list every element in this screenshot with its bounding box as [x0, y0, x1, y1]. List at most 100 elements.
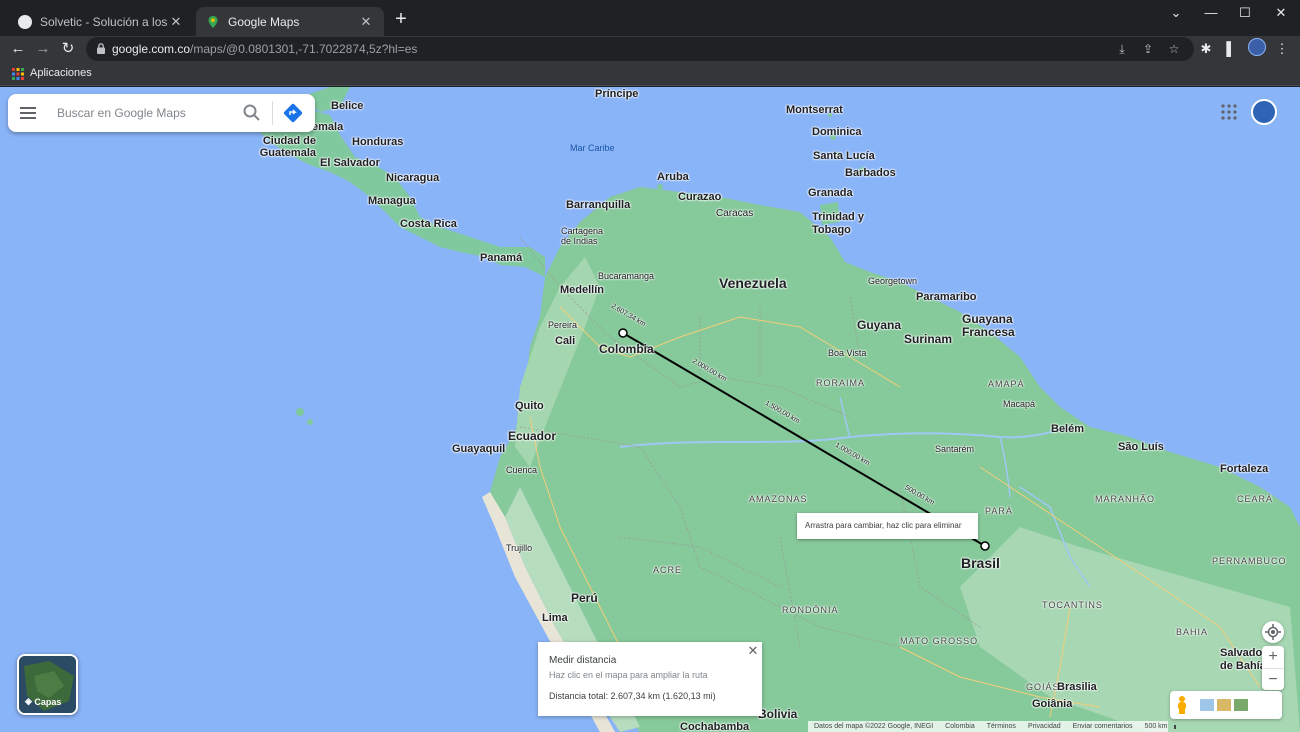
region-label: PARÁ — [985, 506, 1013, 516]
place-label: Guayaquil — [452, 443, 506, 455]
forward-button[interactable]: → — [33, 39, 53, 59]
country-label: Venezuela — [719, 275, 787, 291]
feedback-link[interactable]: Enviar comentarios — [1073, 723, 1133, 730]
place-label: El Salvador — [320, 157, 380, 169]
place-label: Belém — [1051, 423, 1085, 435]
country-label: Brasil — [961, 555, 1000, 571]
place-label: Boa Vista — [828, 348, 867, 358]
new-tab-button[interactable]: + — [390, 9, 412, 31]
back-button[interactable]: ← — [8, 39, 28, 59]
place-label: Curazao — [678, 191, 722, 203]
zoom-controls: + − — [1262, 646, 1284, 690]
layers-label: ◈ Capas — [25, 696, 62, 707]
map-canvas[interactable]: 2.607,34 km 2.000,00 km 1.500,00 km 1.00… — [0, 87, 1300, 732]
country-label: Bolivia — [758, 707, 798, 721]
reload-button[interactable]: ↻ — [58, 39, 78, 59]
maximize-button[interactable]: ☐ — [1230, 4, 1260, 22]
place-label: Pereira — [548, 320, 578, 330]
place-label: Dominica — [812, 126, 862, 138]
bookmark-star-icon[interactable]: ☆ — [1166, 41, 1182, 57]
bookmark-apps-label[interactable]: Aplicaciones — [30, 67, 92, 79]
tab-google-maps[interactable]: Google Maps ✕ — [196, 7, 384, 36]
hamburger-menu-icon[interactable] — [20, 105, 38, 121]
search-box[interactable]: Buscar en Google Maps — [8, 94, 315, 132]
place-label: Trujillo — [506, 543, 533, 553]
region-label: AMAPÁ — [988, 379, 1025, 389]
place-label: Cochabamba — [680, 721, 750, 732]
tab-title: Google Maps — [228, 14, 300, 29]
place-label: emala — [312, 121, 344, 133]
side-panel-icon[interactable]: ▌ — [1221, 39, 1241, 59]
layers-button[interactable]: ◈ Capas — [17, 654, 78, 715]
measure-total: Distancia total: 2.607,34 km (1.620,13 m… — [549, 691, 716, 701]
zoom-in-button[interactable]: + — [1262, 646, 1284, 668]
chevron-down-icon[interactable]: ⌄ — [1161, 4, 1191, 22]
region-label: CEARÁ — [1237, 494, 1274, 504]
close-icon[interactable]: ✕ — [746, 644, 760, 658]
close-tab-icon[interactable]: ✕ — [168, 14, 184, 30]
place-label: Quito — [515, 400, 544, 412]
street-view-bar — [1170, 691, 1282, 719]
place-label: Georgetown — [868, 276, 918, 286]
place-label: Cali — [555, 335, 576, 347]
browser-toolbar: ← → ↻ google.com.co/maps/@0.0801301,-71.… — [0, 36, 1300, 62]
place-label: Managua — [368, 195, 416, 207]
place-label: Santa Lucía — [813, 150, 875, 162]
thumbnail-image[interactable] — [1217, 699, 1231, 711]
country-label: Surinam — [904, 332, 953, 346]
place-label: Lima — [542, 612, 568, 624]
more-menu-icon[interactable]: ⋮ — [1272, 39, 1292, 59]
avatar[interactable] — [1251, 99, 1277, 125]
install-icon[interactable]: ⤓ — [1114, 41, 1130, 57]
thumbnail-image[interactable] — [1200, 699, 1214, 711]
minimize-button[interactable]: — — [1196, 4, 1226, 22]
scale-bar — [1173, 724, 1176, 729]
place-label: Bucaramanga — [598, 271, 655, 281]
place-label: Macapá — [1003, 399, 1036, 409]
close-tab-icon[interactable]: ✕ — [358, 14, 374, 30]
place-label: Barbados — [845, 167, 896, 179]
my-location-icon — [1265, 624, 1281, 640]
tab-strip: Solvetic - Solución a los problem ✕ Goog… — [0, 0, 1300, 36]
region-label: GOIÁS — [1026, 682, 1060, 692]
measure-subtitle: Haz clic en el mapa para ampliar la ruta — [549, 670, 708, 680]
address-bar[interactable]: google.com.co/maps/@0.0801301,-71.702287… — [86, 37, 1194, 61]
place-label: Honduras — [352, 136, 404, 148]
close-window-button[interactable]: ✕ — [1266, 4, 1296, 22]
place-label: Brasilia — [1057, 681, 1097, 693]
google-apps-icon[interactable] — [1220, 103, 1238, 121]
pegman-icon[interactable] — [1175, 695, 1189, 715]
terms-link[interactable]: Términos — [987, 723, 1016, 730]
search-icon[interactable] — [242, 103, 262, 123]
country-label: Perú — [571, 591, 598, 605]
my-location-button[interactable] — [1262, 621, 1284, 643]
place-label: Costa Rica — [400, 218, 457, 230]
region-label: RONDÔNIA — [782, 605, 839, 615]
apps-grid-icon[interactable] — [12, 68, 24, 80]
place-label: Goiânia — [1032, 698, 1073, 710]
sea-label: Mar Caribe — [570, 143, 615, 153]
lock-icon — [97, 43, 105, 54]
directions-icon[interactable] — [282, 102, 304, 124]
place-label: Paramaribo — [916, 291, 977, 303]
privacy-link[interactable]: Privacidad — [1028, 723, 1061, 730]
scale-label[interactable]: 500 km — [1145, 723, 1168, 730]
place-label: Trinidad y Tobago — [812, 211, 864, 236]
thumbnail-image[interactable] — [1234, 699, 1248, 711]
country-link[interactable]: Colombia — [945, 723, 975, 730]
divider — [272, 101, 273, 125]
place-label: Nicaragua — [386, 172, 440, 184]
search-input[interactable]: Buscar en Google Maps — [57, 106, 186, 120]
region-label: RORAIMA — [816, 378, 866, 388]
profile-avatar[interactable] — [1248, 38, 1266, 56]
tab-title: Solvetic - Solución a los problem — [40, 14, 168, 29]
extensions-icon[interactable]: ✱ — [1196, 39, 1216, 59]
zoom-out-button[interactable]: − — [1262, 668, 1284, 690]
place-label: Príncipe — [595, 88, 639, 100]
place-label: Granada — [808, 187, 853, 199]
attribution-bar: Datos del mapa ©2022 Google, INEGI Colom… — [808, 721, 1176, 732]
place-label: Cartagena de Indias — [561, 226, 604, 246]
place-label: Ciudad de Guatemala — [259, 135, 316, 159]
share-icon[interactable]: ⇪ — [1140, 41, 1156, 57]
tab-solvetic[interactable]: Solvetic - Solución a los problem ✕ — [8, 7, 194, 36]
